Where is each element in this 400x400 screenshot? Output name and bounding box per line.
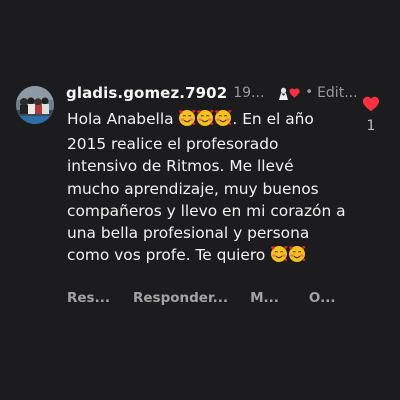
smiling-face-with-hearts-icon [288, 245, 306, 269]
like-heart-icon[interactable] [362, 96, 380, 112]
comment-text: Hola Anabella . En el año 2015 realice e… [67, 108, 347, 269]
edited-label: Edit... [317, 85, 358, 101]
dot-separator: • [305, 85, 314, 100]
action-button-1[interactable]: Res... [67, 290, 110, 306]
comment-header: gladis.gomez.7902 19... • Edit... [66, 83, 358, 103]
like-count: 1 [366, 118, 376, 134]
smiling-face-with-hearts-icon [178, 109, 196, 133]
reply-button[interactable]: Responder... [133, 290, 228, 306]
action-button-3[interactable]: M... [250, 290, 279, 306]
smiling-face-with-hearts-icon [270, 245, 288, 269]
avatar[interactable] [16, 86, 54, 124]
username[interactable]: gladis.gomez.7902 [66, 83, 227, 103]
author-avatar-icon [279, 87, 289, 100]
like-column: 1 [360, 96, 382, 134]
comment-text-part1: Hola Anabella [67, 110, 179, 128]
comment-actions: Res... Responder... M... O... [67, 288, 335, 308]
smiling-face-with-hearts-icon [196, 109, 214, 133]
comment-time: 19... [233, 85, 265, 101]
heart-icon [289, 88, 300, 98]
comment-text-part2: . En el año 2015 realice el profesorado … [67, 110, 346, 265]
author-liked-badge [278, 87, 300, 100]
smiling-face-with-hearts-icon [214, 109, 232, 133]
comment-screen: gladis.gomez.7902 19... • Edit... Hola A… [0, 0, 400, 400]
action-button-4[interactable]: O... [309, 290, 336, 306]
